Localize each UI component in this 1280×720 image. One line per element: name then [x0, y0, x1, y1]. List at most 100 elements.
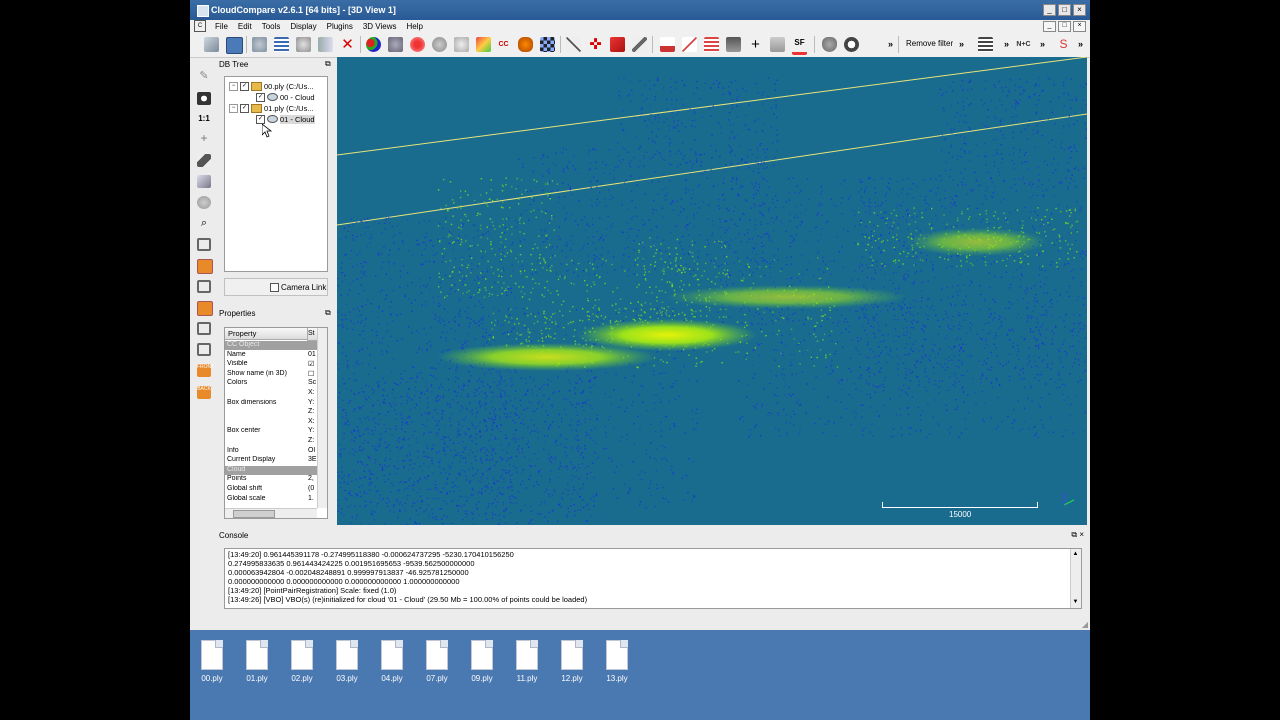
db-tree-float-button[interactable]: ⧉: [325, 59, 331, 69]
property-section[interactable]: CC Object: [225, 341, 317, 350]
camera-link-checkbox[interactable]: [270, 283, 279, 292]
plugin-nc-icon[interactable]: N+C: [1016, 37, 1031, 52]
desktop-file[interactable]: 13.ply: [599, 640, 635, 683]
zoom-icon[interactable]: ⌕: [197, 217, 211, 230]
property-row[interactable]: Current Display 3E: [225, 456, 317, 465]
maximize-button[interactable]: □: [1058, 4, 1071, 16]
perspective-icon[interactable]: [197, 154, 211, 167]
one-to-one-icon[interactable]: 1:1: [197, 112, 211, 125]
sample-icon[interactable]: [410, 37, 425, 52]
property-row[interactable]: Box center Y:: [225, 427, 317, 436]
top-view-icon[interactable]: [197, 238, 211, 251]
property-row[interactable]: X:: [225, 418, 317, 427]
calculator-icon[interactable]: [726, 37, 741, 52]
menu-plugins[interactable]: Plugins: [322, 22, 358, 31]
toolbar-overflow-icon[interactable]: »: [1004, 39, 1009, 49]
desktop-file[interactable]: 09.ply: [464, 640, 500, 683]
property-row[interactable]: Show name (in 3D) ☐: [225, 370, 317, 379]
desktop-file[interactable]: 02.ply: [284, 640, 320, 683]
scroll-up-icon[interactable]: ▲: [1072, 551, 1079, 558]
console-scrollbar[interactable]: ▲ ▼: [1070, 549, 1081, 608]
subsample-icon[interactable]: [432, 37, 447, 52]
expand-toggle-icon[interactable]: −: [229, 81, 238, 91]
noise-filter-icon[interactable]: [454, 37, 469, 52]
back-view-icon[interactable]: [197, 343, 211, 356]
property-row[interactable]: X:: [225, 389, 317, 398]
tree-item[interactable]: ✓ 01 - Cloud: [256, 114, 315, 124]
back-iso-icon[interactable]: BACK: [197, 386, 211, 399]
front-face-icon[interactable]: [197, 259, 213, 274]
point-picking-icon[interactable]: [252, 37, 267, 52]
settings-icon[interactable]: [296, 37, 311, 52]
histogram-icon[interactable]: [660, 37, 675, 52]
desktop-file[interactable]: 11.ply: [509, 640, 545, 683]
property-row[interactable]: Info Ol: [225, 447, 317, 456]
trash-sf-icon[interactable]: [770, 37, 785, 52]
tree-item[interactable]: − ✓ 01.ply (C:/Us...: [229, 103, 314, 113]
merge-icon[interactable]: [476, 37, 491, 52]
console-dock-buttons[interactable]: ⧉ ×: [1071, 530, 1084, 540]
desktop-file[interactable]: 12.ply: [554, 640, 590, 683]
export-icon[interactable]: [318, 37, 333, 52]
toolbar-overflow-icon[interactable]: »: [1040, 39, 1045, 49]
normals-icon[interactable]: [388, 37, 403, 52]
close-button[interactable]: ×: [1073, 4, 1086, 16]
visibility-checkbox[interactable]: ✓: [240, 81, 249, 91]
property-row[interactable]: Name 01: [225, 351, 317, 360]
visibility-checkbox[interactable]: ✓: [240, 103, 249, 113]
sf-icon[interactable]: SF: [792, 37, 807, 55]
desktop-file[interactable]: 01.ply: [239, 640, 275, 683]
camera-icon[interactable]: [844, 37, 859, 52]
delete-icon[interactable]: ✕: [340, 37, 355, 52]
cross-section-icon[interactable]: [632, 37, 647, 52]
segment-icon[interactable]: [610, 37, 625, 52]
fire-icon[interactable]: [518, 37, 533, 52]
mdi-minimize-button[interactable]: _: [1043, 21, 1056, 32]
desktop-file[interactable]: 03.ply: [329, 640, 365, 683]
menu-display[interactable]: Display: [285, 22, 321, 31]
menu-help[interactable]: Help: [402, 22, 428, 31]
toolbar-overflow-icon[interactable]: »: [959, 39, 964, 49]
mdi-restore-button[interactable]: □: [1058, 21, 1071, 32]
translate-icon[interactable]: ✜: [588, 37, 603, 52]
cc-icon[interactable]: CC: [496, 37, 511, 52]
gradient-icon[interactable]: [704, 37, 719, 52]
properties-vertical-scrollbar[interactable]: [317, 328, 327, 508]
remove-filter-button[interactable]: Remove filter: [906, 39, 953, 48]
pencil-icon[interactable]: ✎: [197, 70, 211, 83]
mdi-document-icon[interactable]: C: [194, 20, 206, 32]
visibility-checkbox[interactable]: ✓: [256, 92, 265, 102]
property-row[interactable]: Global scale 1.: [225, 495, 317, 504]
property-row[interactable]: Z:: [225, 437, 317, 446]
properties-horizontal-scrollbar[interactable]: [225, 508, 317, 518]
menu-edit[interactable]: Edit: [233, 22, 257, 31]
scroll-down-icon[interactable]: ▼: [1072, 599, 1079, 606]
desktop-file[interactable]: 07.ply: [419, 640, 455, 683]
visibility-checkbox[interactable]: ✓: [256, 114, 265, 124]
plugin-qpcv-icon[interactable]: [978, 37, 993, 52]
sunlight-icon[interactable]: [197, 196, 211, 209]
open-icon[interactable]: [204, 37, 219, 52]
bottom-view-icon[interactable]: [197, 322, 211, 335]
menu-tools[interactable]: Tools: [257, 22, 286, 31]
toolbar-overflow-icon[interactable]: »: [888, 39, 893, 49]
expand-toggle-icon[interactable]: −: [229, 103, 238, 113]
object-center-icon[interactable]: [197, 175, 211, 188]
menu-3d-views[interactable]: 3D Views: [358, 22, 402, 31]
property-row[interactable]: Global shift (0: [225, 485, 317, 494]
mdi-close-button[interactable]: ×: [1073, 21, 1086, 32]
property-row[interactable]: Points 2,: [225, 475, 317, 484]
right-face-icon[interactable]: [197, 301, 213, 316]
save-icon[interactable]: [226, 37, 243, 54]
property-section[interactable]: Cloud: [225, 465, 317, 475]
align-icon[interactable]: [566, 37, 581, 52]
menu-file[interactable]: File: [210, 22, 233, 31]
properties-float-button[interactable]: ⧉: [325, 308, 331, 318]
property-row[interactable]: Visible ☑: [225, 360, 317, 369]
camera-link-toggle[interactable]: Camera Link: [224, 278, 328, 296]
plugin-s-icon[interactable]: S: [1056, 37, 1071, 52]
rgb-icon[interactable]: [366, 37, 381, 52]
tree-item[interactable]: ✓ 00 - Cloud: [256, 92, 315, 102]
scroll-thumb[interactable]: [233, 510, 275, 518]
checker-icon[interactable]: [540, 37, 555, 52]
